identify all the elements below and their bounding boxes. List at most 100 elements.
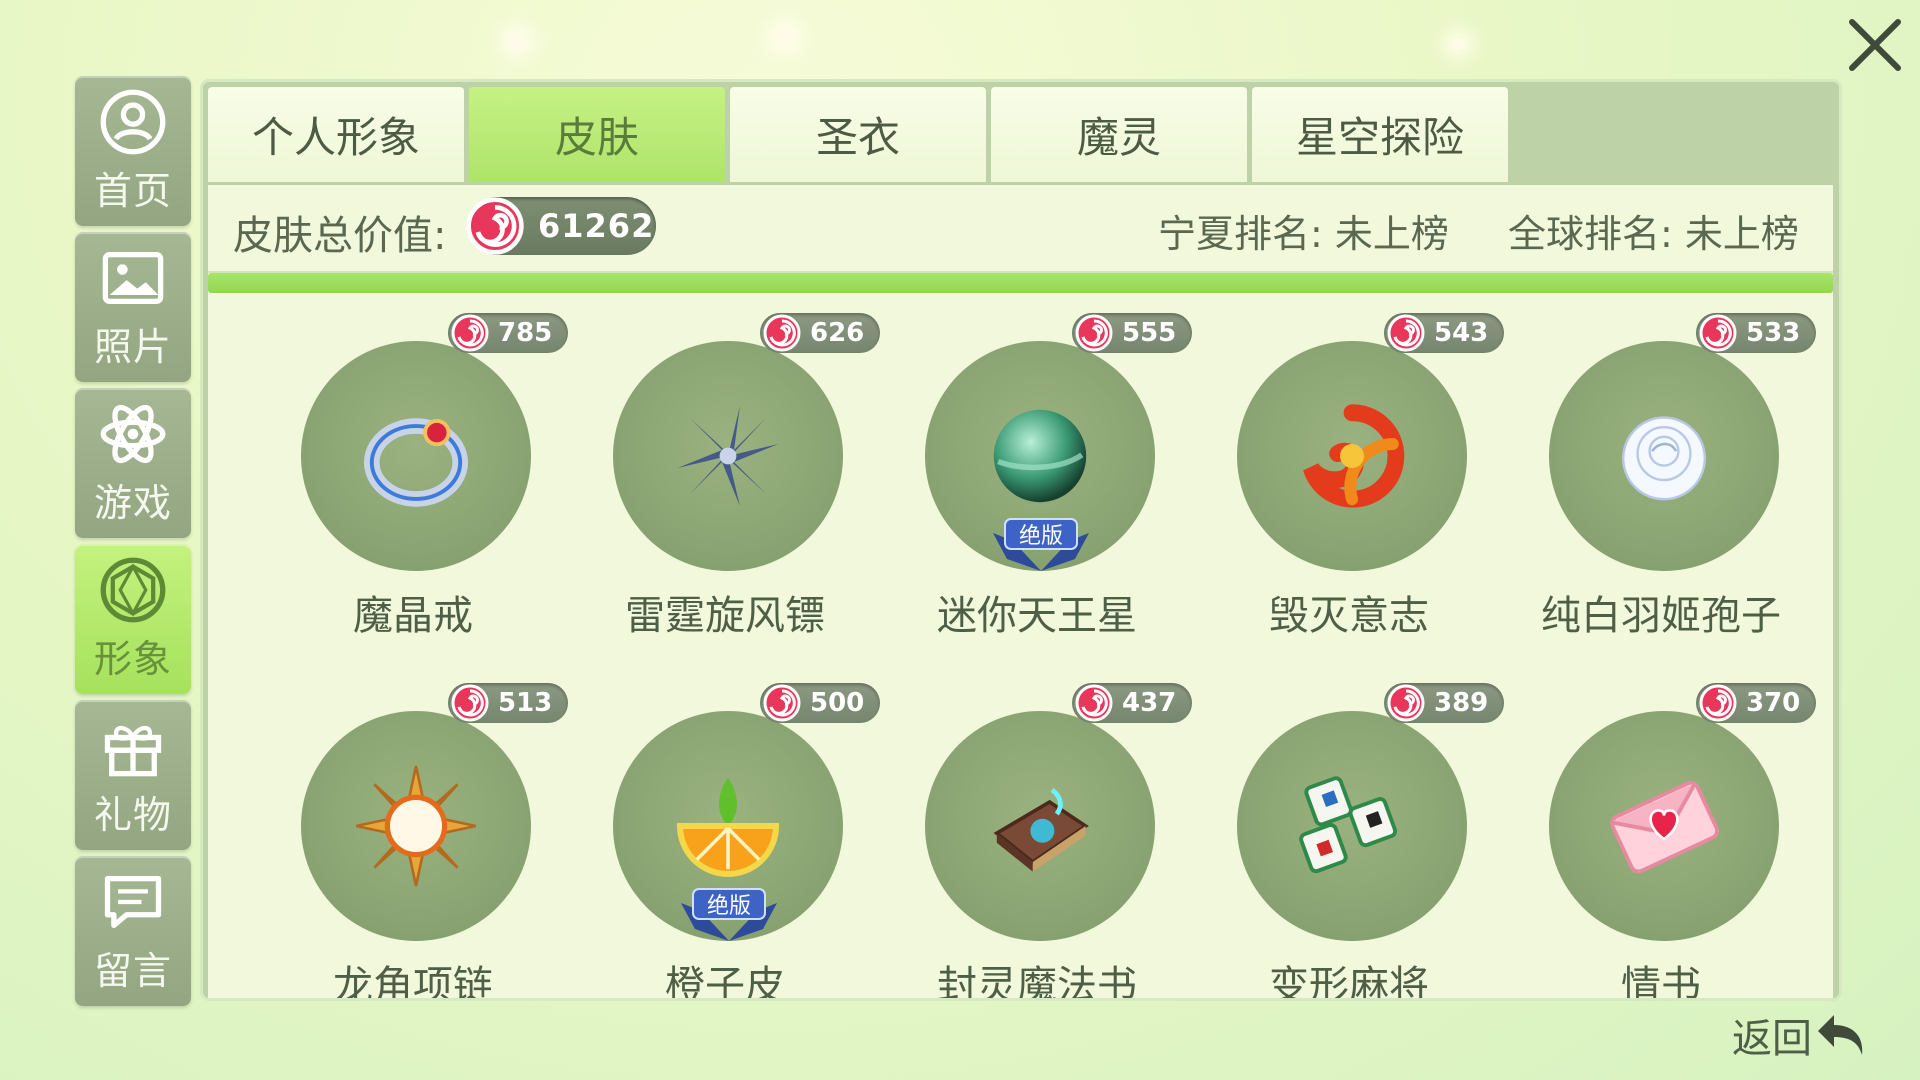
back-label: 返回	[1732, 1016, 1812, 1062]
badge-label: 绝版	[707, 894, 751, 919]
total-value-pill: 61262	[466, 197, 656, 255]
skin-name: 变形麻将	[1269, 963, 1429, 998]
price-value: 500	[810, 688, 865, 718]
price-tag: 437	[1072, 683, 1192, 723]
limited-edition-badge: 绝版	[681, 888, 777, 941]
global-rank: 全球排名: 未上榜	[1508, 212, 1799, 256]
hexagon-icon	[100, 557, 166, 622]
skin-name: 橙子皮	[665, 963, 785, 998]
skin-item[interactable]: 626 雷霆旋风镖	[565, 313, 880, 673]
atom-icon	[100, 404, 166, 463]
total-value: 61262	[538, 207, 655, 245]
price-value: 513	[498, 688, 553, 718]
sidebar-item-avatar[interactable]: 形象	[75, 544, 191, 694]
skin-item[interactable]: 533 纯白羽姬孢子	[1501, 313, 1816, 673]
skin-name: 纯白羽姬孢子	[1541, 593, 1781, 639]
sidebar-item-label: 首页	[93, 168, 172, 213]
skin-item[interactable]: 绝版 500 橙子皮	[565, 683, 880, 998]
sidebar: 首页 照片 游戏 形象 礼物 留言	[75, 76, 191, 1012]
message-icon	[104, 875, 162, 928]
candy-coin-icon	[1075, 684, 1113, 722]
skin-icon-circle	[1237, 341, 1467, 571]
price-tag: 555	[1072, 313, 1192, 353]
price-tag: 626	[760, 313, 880, 353]
skin-item[interactable]: 785 魔晶戒	[253, 313, 568, 673]
tab-skins[interactable]: 皮肤	[469, 87, 725, 182]
skin-name: 毁灭意志	[1269, 593, 1429, 639]
sidebar-item-messages[interactable]: 留言	[75, 856, 191, 1006]
skin-item[interactable]: 543 毁灭意志	[1189, 313, 1504, 673]
skin-item[interactable]: 389 变形麻将	[1189, 683, 1504, 998]
back-arrow-icon	[1818, 1015, 1863, 1055]
planet-icon	[993, 409, 1087, 503]
tab-spirits[interactable]: 魔灵	[991, 87, 1247, 182]
ambient-glow	[508, 32, 526, 50]
price-tag: 500	[760, 683, 880, 723]
stats-bar: 皮肤总价值: 61262 宁夏排名: 未上榜 全球排名: 未上榜	[208, 185, 1833, 273]
price-value: 555	[1122, 318, 1177, 348]
price-value: 533	[1746, 318, 1801, 348]
price-value: 370	[1746, 688, 1801, 718]
ambient-glow	[1452, 38, 1464, 50]
sidebar-item-games[interactable]: 游戏	[75, 388, 191, 538]
skin-name: 雷霆旋风镖	[625, 593, 825, 639]
tab-star-exploration[interactable]: 星空探险	[1252, 87, 1508, 182]
back-button[interactable]: 返回	[1732, 1005, 1872, 1065]
home-icon	[100, 89, 166, 154]
skins-content: 皮肤总价值: 61262 宁夏排名: 未上榜 全球排名: 未上榜 785 魔晶戒	[208, 185, 1833, 998]
candy-coin-icon	[466, 197, 524, 255]
spellbook-icon	[993, 788, 1089, 872]
white-rose-icon	[1622, 416, 1706, 501]
skin-icon-circle	[613, 341, 843, 571]
price-value: 437	[1122, 688, 1177, 718]
sidebar-item-label: 照片	[93, 324, 172, 369]
skin-grid: 785 魔晶戒 626 雷霆旋风镖 绝版 555 迷你天王星 543 毁灭意志 …	[208, 313, 1833, 998]
candy-coin-icon	[763, 314, 801, 352]
sun-pendant-icon	[355, 765, 477, 887]
progress-strip	[208, 273, 1833, 293]
candy-coin-icon	[1387, 314, 1425, 352]
tab-holy-cloth[interactable]: 圣衣	[730, 87, 986, 182]
swirl-icon	[1303, 404, 1405, 508]
candy-coin-icon	[1387, 684, 1425, 722]
badge-label: 绝版	[1019, 524, 1063, 549]
skin-item[interactable]: 绝版 555 迷你天王星	[877, 313, 1192, 673]
candy-coin-icon	[1075, 314, 1113, 352]
skin-item[interactable]: 370 情书	[1501, 683, 1816, 998]
skin-icon-circle	[301, 341, 531, 571]
skin-icon-circle	[925, 711, 1155, 941]
close-icon[interactable]	[1840, 10, 1910, 80]
sidebar-item-label: 形象	[93, 636, 172, 681]
sidebar-item-label: 留言	[93, 948, 172, 993]
price-value: 785	[498, 318, 553, 348]
skin-icon-circle	[301, 711, 531, 941]
sidebar-item-home[interactable]: 首页	[75, 76, 191, 226]
tab-bar: 个人形象 皮肤 圣衣 魔灵 星空探险	[208, 87, 1513, 182]
gift-icon	[104, 725, 162, 776]
photo-icon	[102, 251, 164, 304]
tab-personal-image[interactable]: 个人形象	[208, 87, 464, 182]
skin-icon-circle	[1549, 711, 1779, 941]
price-value: 389	[1434, 688, 1489, 718]
candy-coin-icon	[1699, 684, 1737, 722]
price-tag: 543	[1384, 313, 1504, 353]
love-letter-icon	[1610, 780, 1719, 874]
candy-coin-icon	[763, 684, 801, 722]
skin-icon-circle	[1237, 711, 1467, 941]
limited-edition-badge: 绝版	[993, 518, 1089, 571]
main-panel: 个人形象 皮肤 圣衣 魔灵 星空探险 皮肤总价值: 61262 宁夏排名: 未上…	[203, 82, 1839, 998]
skin-item[interactable]: 513 龙角项链	[253, 683, 568, 998]
mahjong-icon	[1299, 776, 1398, 874]
sidebar-item-photos[interactable]: 照片	[75, 232, 191, 382]
skin-name: 情书	[1621, 963, 1701, 998]
skin-name: 龙角项链	[333, 963, 493, 998]
ambient-glow	[776, 28, 794, 46]
skin-name: 迷你天王星	[937, 593, 1137, 639]
sidebar-item-gifts[interactable]: 礼物	[75, 700, 191, 850]
skin-item[interactable]: 437 封灵魔法书	[877, 683, 1192, 998]
price-tag: 389	[1384, 683, 1504, 723]
candy-coin-icon	[451, 314, 489, 352]
price-value: 543	[1434, 318, 1489, 348]
sidebar-item-label: 礼物	[93, 792, 172, 837]
total-value-label: 皮肤总价值:	[233, 213, 447, 259]
